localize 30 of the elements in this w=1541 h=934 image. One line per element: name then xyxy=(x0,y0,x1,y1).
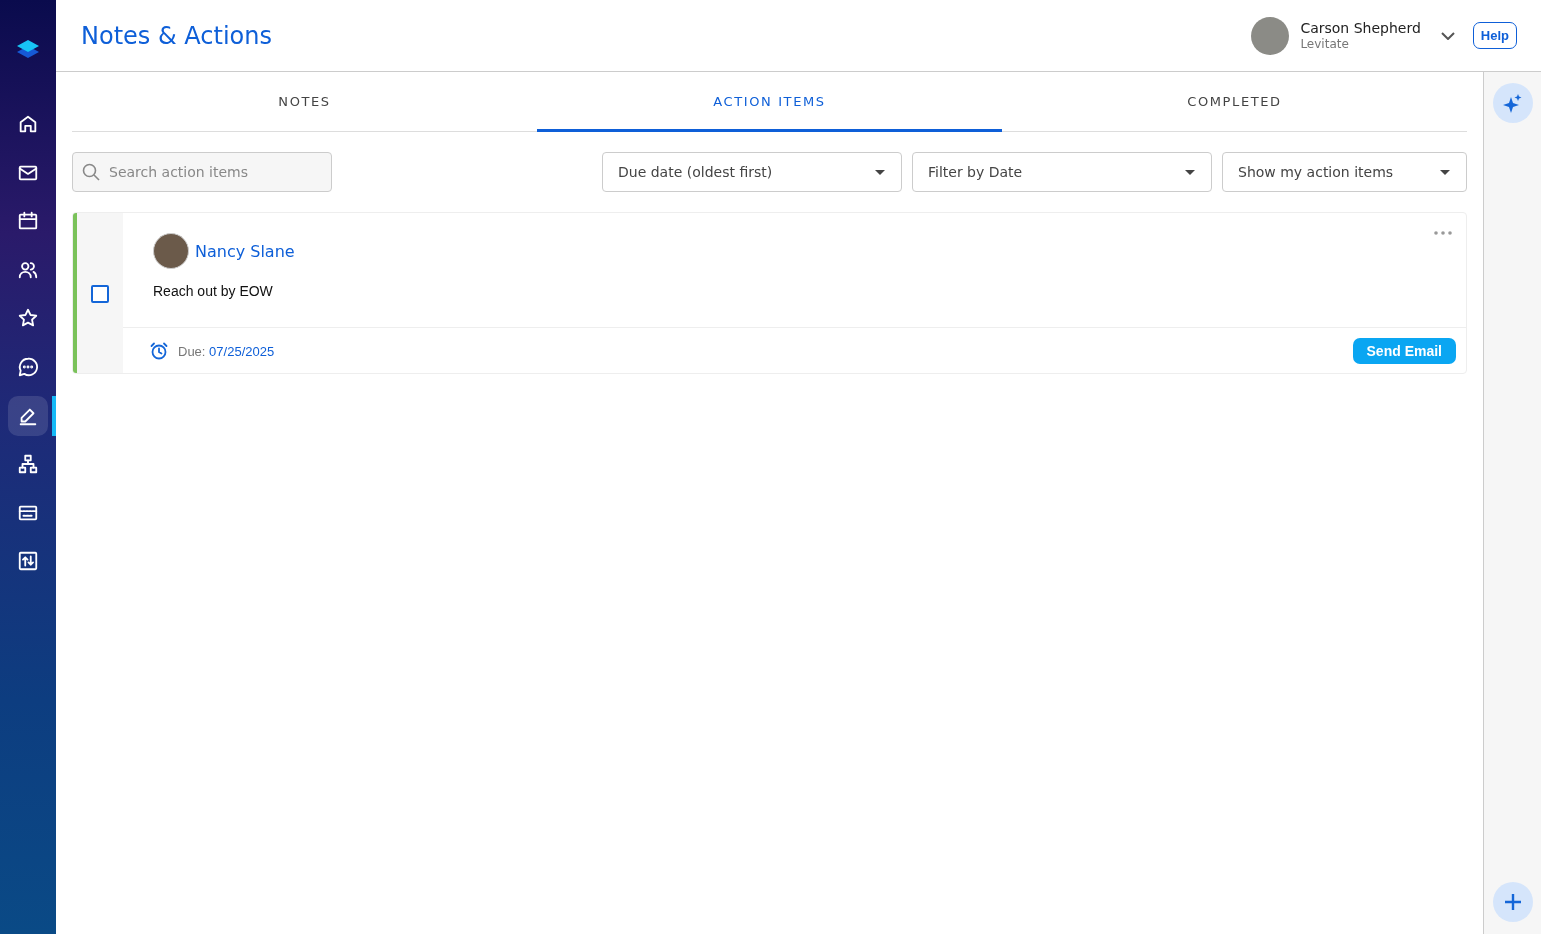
dropdown[interactable]: Show my action items xyxy=(1222,152,1467,192)
help-button[interactable]: Help xyxy=(1472,22,1517,49)
caret-icon xyxy=(1185,169,1195,175)
search-icon xyxy=(82,163,100,181)
caret-icon xyxy=(1440,169,1450,175)
dropdown[interactable]: Due date (oldest first) xyxy=(602,152,902,192)
caret-icon xyxy=(875,169,885,175)
page-title: Notes & Actions xyxy=(81,21,273,50)
due-date: Due: 07/25/2025 xyxy=(178,343,276,359)
user-avatar[interactable] xyxy=(1251,16,1290,55)
user-company: Levitate xyxy=(1300,37,1350,51)
checkbox[interactable] xyxy=(91,285,109,303)
plus-icon xyxy=(1502,892,1523,912)
tab[interactable]: COMPLETED xyxy=(1002,72,1467,132)
active-indicator xyxy=(52,395,56,436)
sparkle-button[interactable] xyxy=(1492,83,1533,123)
tab[interactable]: ACTION ITEMS xyxy=(537,72,1002,132)
add-button[interactable] xyxy=(1492,882,1533,922)
pencil-icon[interactable] xyxy=(8,395,48,436)
contact-name[interactable]: Nancy Slane xyxy=(195,241,295,261)
dropdown[interactable]: Filter by Date xyxy=(912,152,1212,192)
alarm-clock-icon xyxy=(150,342,168,360)
search-field[interactable]: Search action items xyxy=(72,152,332,192)
tab[interactable]: NOTES xyxy=(72,72,537,132)
sparkle-icon xyxy=(1502,93,1523,113)
chevron-down-icon[interactable] xyxy=(1440,31,1455,40)
user-name: Carson Shepherd xyxy=(1300,20,1421,36)
more-icon[interactable] xyxy=(1434,231,1452,235)
action-text: Reach out by EOW xyxy=(153,283,274,299)
contact-avatar[interactable] xyxy=(153,233,189,269)
